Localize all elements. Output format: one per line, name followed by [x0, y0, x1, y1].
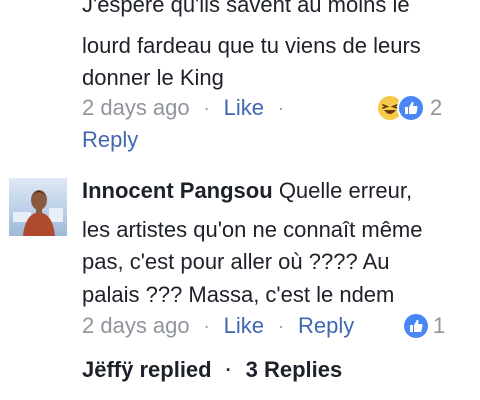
avatar[interactable] [9, 178, 67, 236]
comment-2-text-start: Quelle erreur, [278, 178, 413, 203]
comment-1-reactions[interactable]: 2 [378, 94, 443, 122]
comment-1-reaction-count: 2 [430, 95, 443, 120]
replies-count: 3 Replies [245, 357, 343, 382]
comment-2-reactions[interactable]: 1 [404, 313, 446, 338]
comment-text-line-2: lourd fardeau que tu viens de leurs [82, 33, 421, 58]
separator-dot: · [225, 359, 232, 380]
comment-2-text-line-3: pas, c'est pour aller où ???? Au [82, 249, 390, 274]
comment-2-text-line-4: palais ??? Massa, c'est le ndem [82, 282, 395, 307]
comment-text-line-3: donner le King [82, 65, 224, 90]
comment-1-like-button[interactable]: Like [224, 95, 264, 121]
separator-dot: · [278, 315, 284, 336]
comment-2-reply-button[interactable]: Reply [298, 313, 354, 339]
separator-dot: · [278, 97, 284, 118]
comment-2-text-line-2: les artistes qu'on ne connaît même [82, 217, 423, 242]
comment-2-reaction-count: 1 [433, 313, 446, 338]
view-replies-link[interactable]: Jëffÿ replied · 3 Replies [82, 354, 342, 386]
separator-dot: · [203, 97, 210, 118]
comment-1-meta: 2 days ago · Like · 2 [82, 92, 472, 124]
comment-author-name[interactable]: Innocent Pangsou [82, 178, 273, 203]
comment-2-first-line: Innocent Pangsou Quelle erreur, [82, 175, 412, 207]
comment-1-timestamp: 2 days ago [82, 95, 190, 120]
like-thumb-icon [397, 94, 425, 122]
comment-1-reply-button[interactable]: Reply [82, 124, 138, 156]
comment-2-like-button[interactable]: Like [224, 313, 264, 339]
like-thumb-icon [404, 314, 428, 338]
comment-2-timestamp: 2 days ago [82, 313, 190, 338]
replies-author: Jëffÿ replied [82, 357, 212, 382]
comment-2-meta: 2 days ago · Like · Reply 1 [82, 310, 472, 342]
comment-text-line-1: J'espère qu'ils savent au moins le [82, 0, 410, 17]
separator-dot: · [203, 315, 210, 336]
